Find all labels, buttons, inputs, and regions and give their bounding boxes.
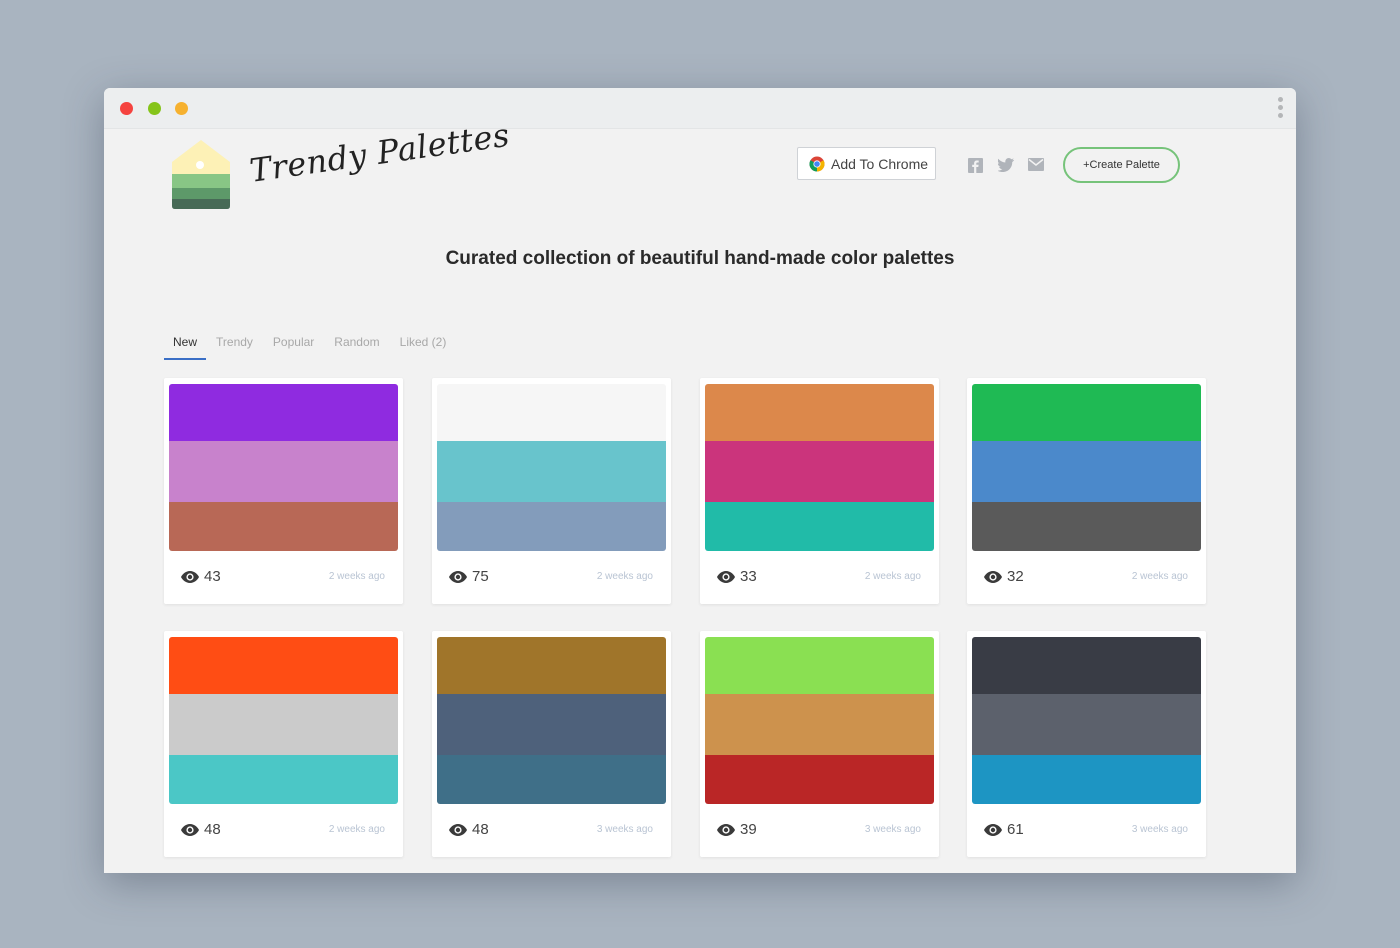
logo-icon[interactable] <box>172 140 230 210</box>
color-swatch[interactable] <box>169 384 398 441</box>
palette-card[interactable]: 75 2 weeks ago <box>432 378 671 604</box>
palette-swatches[interactable] <box>705 384 934 551</box>
view-count-value: 33 <box>740 568 757 585</box>
create-palette-button[interactable]: +Create Palette <box>1063 147 1180 183</box>
posted-time: 3 weeks ago <box>596 824 653 835</box>
tab-trendy[interactable]: Trendy <box>206 335 263 360</box>
color-swatch[interactable] <box>169 755 398 804</box>
eye-icon <box>181 570 199 583</box>
view-count: 32 <box>984 568 1024 585</box>
view-count: 75 <box>449 568 489 585</box>
view-count-value: 48 <box>472 821 489 838</box>
posted-time: 2 weeks ago <box>1131 571 1188 582</box>
color-swatch[interactable] <box>437 637 666 694</box>
palette-card[interactable]: 48 2 weeks ago <box>164 631 403 857</box>
palette-swatches[interactable] <box>169 637 398 804</box>
posted-time: 2 weeks ago <box>328 824 385 835</box>
eye-icon <box>717 570 735 583</box>
minimize-window-button[interactable] <box>175 102 188 115</box>
title-bar <box>104 88 1296 129</box>
view-count: 33 <box>717 568 757 585</box>
color-swatch[interactable] <box>705 441 934 502</box>
color-swatch[interactable] <box>972 755 1201 804</box>
add-to-chrome-button[interactable]: Add To Chrome <box>797 147 936 180</box>
palette-tabs: New Trendy Popular Random Liked (2) <box>164 335 456 360</box>
add-to-chrome-label: Add To Chrome <box>831 155 929 172</box>
view-count-value: 61 <box>1007 821 1024 838</box>
color-swatch[interactable] <box>705 502 934 551</box>
view-count: 48 <box>449 821 489 838</box>
tab-liked[interactable]: Liked (2) <box>390 335 457 360</box>
eye-icon <box>984 570 1002 583</box>
chrome-icon <box>809 156 825 171</box>
color-swatch[interactable] <box>169 502 398 551</box>
color-swatch[interactable] <box>705 637 934 694</box>
maximize-window-button[interactable] <box>148 102 161 115</box>
view-count: 39 <box>717 821 757 838</box>
color-swatch[interactable] <box>169 694 398 755</box>
eye-icon <box>984 823 1002 836</box>
palette-swatches[interactable] <box>169 384 398 551</box>
palette-card[interactable]: 61 3 weeks ago <box>967 631 1206 857</box>
color-swatch[interactable] <box>437 755 666 804</box>
posted-time: 2 weeks ago <box>864 571 921 582</box>
palette-swatches[interactable] <box>437 637 666 804</box>
mail-icon[interactable] <box>1028 158 1044 171</box>
color-swatch[interactable] <box>169 637 398 694</box>
view-count-value: 75 <box>472 568 489 585</box>
palette-card[interactable]: 33 2 weeks ago <box>700 378 939 604</box>
color-swatch[interactable] <box>972 637 1201 694</box>
color-swatch[interactable] <box>437 441 666 502</box>
color-swatch[interactable] <box>705 694 934 755</box>
page-headline: Curated collection of beautiful hand-mad… <box>445 248 955 269</box>
more-menu-icon[interactable] <box>1278 97 1284 121</box>
facebook-icon[interactable] <box>968 158 983 173</box>
palette-card[interactable]: 39 3 weeks ago <box>700 631 939 857</box>
tab-new[interactable]: New <box>164 335 207 360</box>
color-swatch[interactable] <box>437 384 666 441</box>
palette-swatches[interactable] <box>972 637 1201 804</box>
view-count: 61 <box>984 821 1024 838</box>
view-count: 43 <box>181 568 221 585</box>
color-swatch[interactable] <box>972 694 1201 755</box>
eye-icon <box>717 823 735 836</box>
view-count-value: 39 <box>740 821 757 838</box>
twitter-icon[interactable] <box>998 158 1014 172</box>
view-count-value: 32 <box>1007 568 1024 585</box>
palette-swatches[interactable] <box>437 384 666 551</box>
eye-icon <box>449 823 467 836</box>
color-swatch[interactable] <box>437 694 666 755</box>
color-swatch[interactable] <box>705 384 934 441</box>
color-swatch[interactable] <box>437 502 666 551</box>
eye-icon <box>449 570 467 583</box>
browser-window: Trendy Palettes Add To Chrome +Create Pa… <box>104 88 1296 873</box>
posted-time: 3 weeks ago <box>1131 824 1188 835</box>
eye-icon <box>181 823 199 836</box>
view-count-value: 43 <box>204 568 221 585</box>
view-count: 48 <box>181 821 221 838</box>
palette-card[interactable]: 32 2 weeks ago <box>967 378 1206 604</box>
tab-popular[interactable]: Popular <box>263 335 324 360</box>
color-swatch[interactable] <box>972 502 1201 551</box>
color-swatch[interactable] <box>705 755 934 804</box>
posted-time: 2 weeks ago <box>328 571 385 582</box>
color-swatch[interactable] <box>972 441 1201 502</box>
palette-swatches[interactable] <box>705 637 934 804</box>
color-swatch[interactable] <box>972 384 1201 441</box>
palette-card[interactable]: 48 3 weeks ago <box>432 631 671 857</box>
close-window-button[interactable] <box>120 102 133 115</box>
posted-time: 2 weeks ago <box>596 571 653 582</box>
posted-time: 3 weeks ago <box>864 824 921 835</box>
palette-swatches[interactable] <box>972 384 1201 551</box>
tab-random[interactable]: Random <box>324 335 389 360</box>
palette-card[interactable]: 43 2 weeks ago <box>164 378 403 604</box>
view-count-value: 48 <box>204 821 221 838</box>
color-swatch[interactable] <box>169 441 398 502</box>
